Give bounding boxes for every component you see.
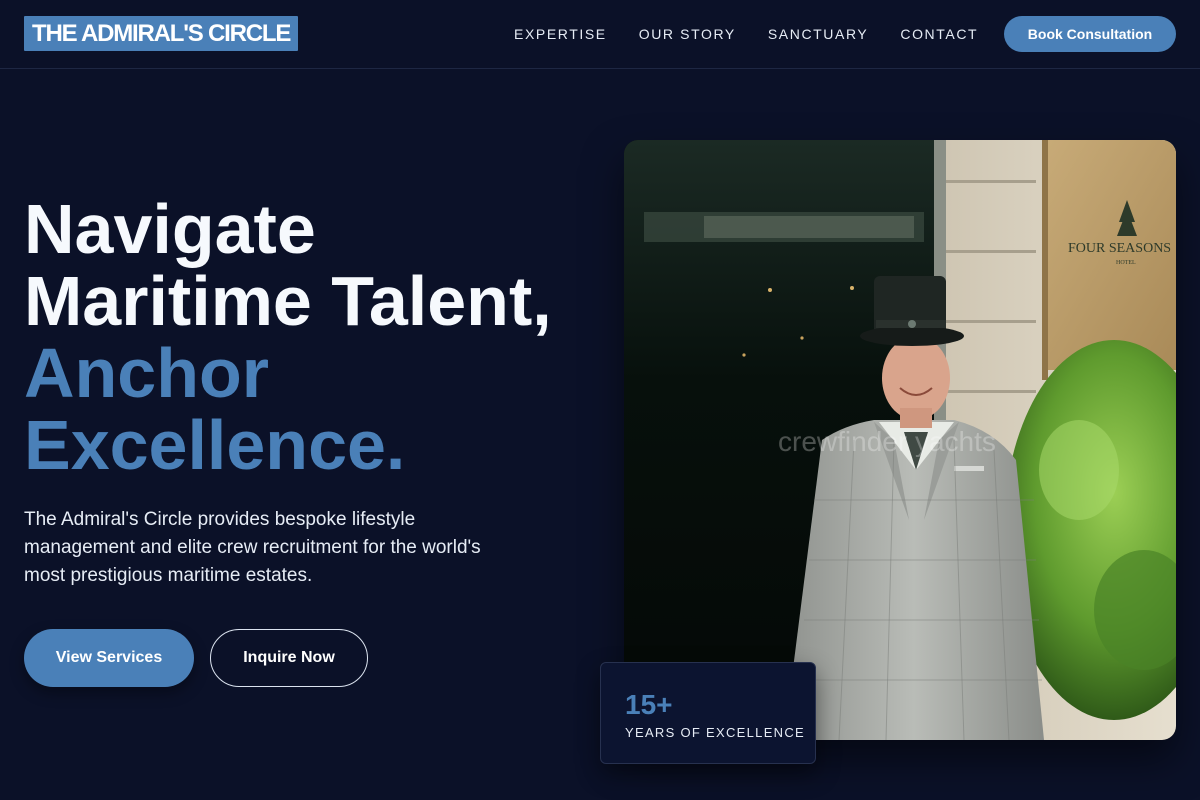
hero-description: The Admiral's Circle provides bespoke li… bbox=[24, 509, 481, 586]
hero-title-accent-line: Anchor bbox=[24, 334, 269, 412]
nav-link-expertise[interactable]: EXPERTISE bbox=[514, 26, 607, 42]
site-logo[interactable]: THE ADMIRAL'S CIRCLE bbox=[24, 16, 299, 51]
experience-stat-card: 15+ YEARS OF EXCELLENCE bbox=[600, 662, 816, 764]
nav-link-contact[interactable]: CONTACT bbox=[900, 26, 978, 42]
view-services-button[interactable]: View Services bbox=[24, 629, 194, 687]
site-header: THE ADMIRAL'S CIRCLE EXPERTISE OUR STORY… bbox=[0, 0, 1200, 69]
hero-title-accent-line: Excellence. bbox=[24, 406, 406, 484]
inquire-now-button[interactable]: Inquire Now bbox=[210, 629, 368, 687]
main-nav: EXPERTISE OUR STORY SANCTUARY CONTACT bbox=[514, 26, 978, 42]
hero-title: Navigate Maritime Talent, Anchor Excelle… bbox=[24, 193, 604, 481]
hotel-sign-text: FOUR SEASONS bbox=[1068, 241, 1171, 256]
hero-title-line: Navigate bbox=[24, 190, 316, 268]
stat-label: YEARS OF EXCELLENCE bbox=[625, 725, 806, 740]
photo-watermark: crewfinder yachts bbox=[778, 426, 996, 457]
stat-number: 15+ bbox=[625, 689, 673, 720]
hotel-sign-subtext: HOTEL bbox=[1116, 260, 1136, 266]
hero-photo: FOUR SEASONS HOTEL crewfinder yachts bbox=[624, 140, 1176, 740]
hero-title-line: Maritime Talent, bbox=[24, 262, 552, 340]
nav-link-our-story[interactable]: OUR STORY bbox=[639, 26, 736, 42]
nav-link-sanctuary[interactable]: SANCTUARY bbox=[768, 26, 869, 42]
book-consultation-button[interactable]: Book Consultation bbox=[1004, 16, 1176, 52]
